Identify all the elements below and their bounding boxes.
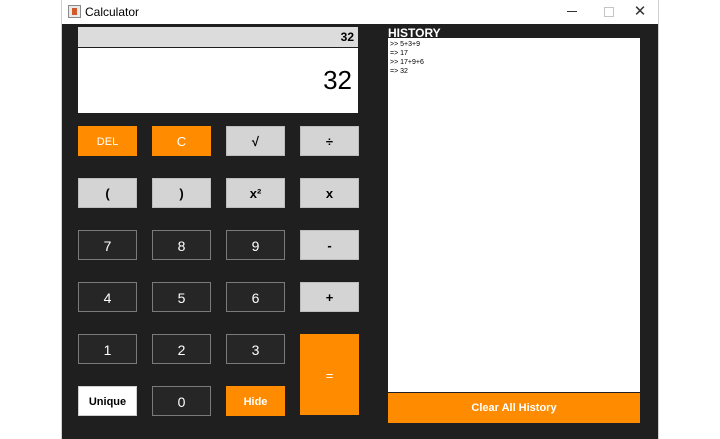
minimize-icon <box>567 11 577 12</box>
equals-button[interactable]: = <box>300 334 359 415</box>
square-button[interactable]: x² <box>226 178 285 208</box>
maximize-icon <box>604 7 614 17</box>
digit-9-button[interactable]: 9 <box>226 230 285 260</box>
history-entry: >> 17+9+6 <box>390 59 424 66</box>
close-button[interactable]: ✕ <box>622 0 658 24</box>
clear-button[interactable]: C <box>152 126 211 156</box>
minimize-button[interactable] <box>554 0 590 24</box>
digit-4-button[interactable]: 4 <box>78 282 137 312</box>
digit-0-button[interactable]: 0 <box>152 386 211 416</box>
digit-2-button[interactable]: 2 <box>152 334 211 364</box>
open-paren-button[interactable]: ( <box>78 178 137 208</box>
digit-8-button[interactable]: 8 <box>152 230 211 260</box>
window-title: Calculator <box>85 5 140 19</box>
minus-button[interactable]: - <box>300 230 359 260</box>
del-button[interactable]: DEL <box>78 126 137 156</box>
calculator-window: Calculator ✕ 32 32 DEL C √ ÷ ( ) x² x 7 … <box>62 0 658 439</box>
history-list[interactable]: >> 5+3+9 => 17 >> 17+9+6 => 32 <box>388 38 640 392</box>
multiply-button[interactable]: x <box>300 178 359 208</box>
result-display: 32 <box>78 48 358 113</box>
expression-display: 32 <box>78 27 358 47</box>
history-entry: => 32 <box>390 68 408 75</box>
digit-6-button[interactable]: 6 <box>226 282 285 312</box>
sqrt-button[interactable]: √ <box>226 126 285 156</box>
maximize-button[interactable] <box>590 0 626 24</box>
digit-5-button[interactable]: 5 <box>152 282 211 312</box>
close-icon: ✕ <box>633 3 647 20</box>
digit-3-button[interactable]: 3 <box>226 334 285 364</box>
hide-button[interactable]: Hide <box>226 386 285 416</box>
clear-history-button[interactable]: Clear All History <box>388 393 640 423</box>
history-entry: => 17 <box>390 50 408 57</box>
title-bar[interactable]: Calculator ✕ <box>62 0 658 24</box>
app-icon <box>68 5 81 18</box>
unique-button[interactable]: Unique <box>78 386 137 416</box>
digit-1-button[interactable]: 1 <box>78 334 137 364</box>
divide-button[interactable]: ÷ <box>300 126 359 156</box>
plus-button[interactable]: + <box>300 282 359 312</box>
digit-7-button[interactable]: 7 <box>78 230 137 260</box>
history-entry: >> 5+3+9 <box>390 41 420 48</box>
close-paren-button[interactable]: ) <box>152 178 211 208</box>
